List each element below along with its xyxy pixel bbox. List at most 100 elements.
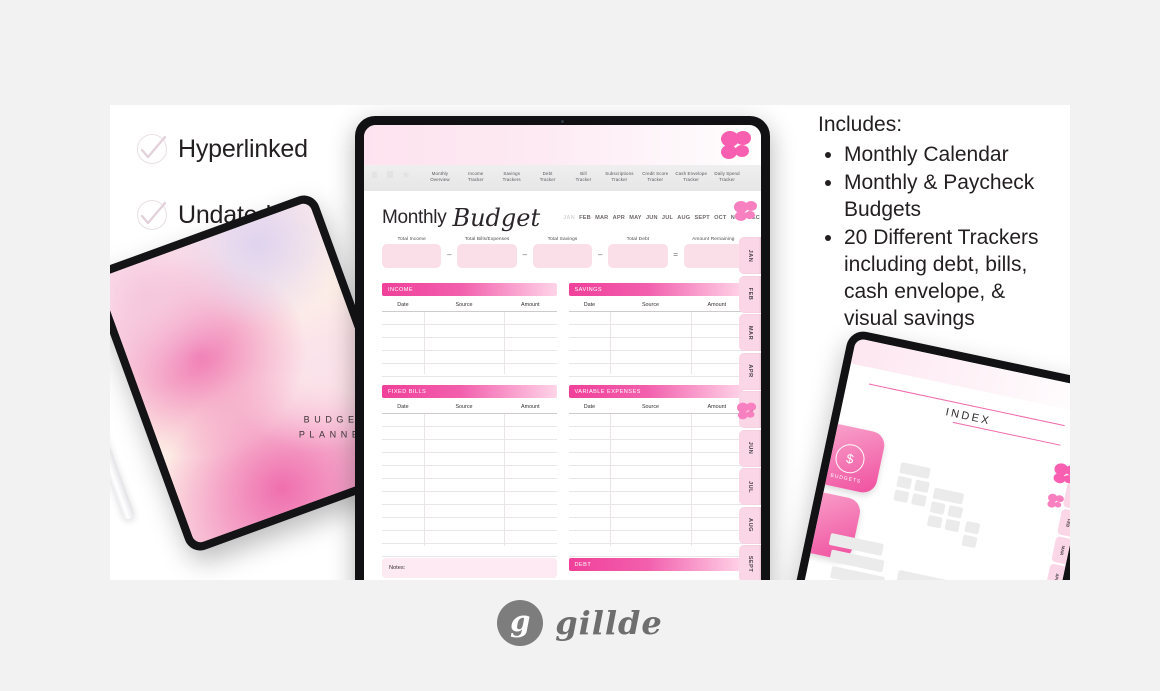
tab-credit-score-tracker[interactable]: Credit Score Tracker [637, 167, 673, 184]
table-row[interactable] [382, 479, 557, 492]
star-icon[interactable] [401, 170, 411, 179]
tracker-tabs: Monthly Overview Income Tracker Savings Tra… [422, 167, 745, 184]
index-chip[interactable] [964, 520, 981, 535]
side-tab-sept[interactable]: SEPT [739, 545, 761, 580]
tab-subscriptions-tracker[interactable]: Subscriptions Tracker [601, 167, 637, 184]
variable-expenses-table-rows[interactable] [568, 414, 743, 557]
table-row[interactable] [568, 479, 743, 492]
tab-debt-tracker[interactable]: Debt Tracker [530, 167, 566, 184]
table-row[interactable] [568, 453, 743, 466]
side-tab-apr[interactable]: APR [739, 352, 761, 390]
month-apr[interactable]: APR [613, 215, 625, 221]
month-mar[interactable]: MAR [595, 215, 608, 221]
page-icon[interactable] [386, 170, 394, 179]
table-row[interactable] [568, 338, 743, 351]
side-tab-jul[interactable]: JUL [739, 468, 761, 505]
table-row[interactable] [568, 440, 743, 453]
income-table-rows[interactable] [382, 312, 557, 377]
month-oct[interactable]: OCT [714, 215, 726, 221]
table-row[interactable] [382, 364, 557, 377]
index-chip[interactable] [913, 479, 930, 494]
table-row[interactable] [382, 544, 557, 557]
table-row[interactable] [568, 325, 743, 338]
table-row[interactable] [568, 492, 743, 505]
tab-income-tracker[interactable]: Income Tracker [458, 167, 494, 184]
table-row[interactable] [382, 414, 557, 427]
table-row[interactable] [382, 531, 557, 544]
table-row[interactable] [568, 531, 743, 544]
index-chip[interactable] [944, 518, 961, 533]
month-may[interactable]: MAY [629, 215, 642, 221]
table-row[interactable] [568, 312, 743, 325]
amount-remaining-field[interactable]: Amount Remaining [683, 237, 744, 268]
tab-cash-envelope-tracker[interactable]: Cash Envelope Tracker [673, 167, 709, 184]
tab-monthly-overview[interactable]: Monthly Overview [422, 167, 458, 184]
total-debt-label: Total Debt [626, 237, 650, 242]
table-row[interactable] [568, 414, 743, 427]
table-row[interactable] [568, 364, 743, 377]
month-jun[interactable]: JUN [646, 215, 658, 221]
table-row[interactable] [382, 351, 557, 364]
table-row[interactable] [568, 518, 743, 531]
table-row[interactable] [382, 312, 557, 325]
side-tab-apr[interactable]: APR [1045, 563, 1068, 580]
index-chip[interactable] [896, 475, 913, 490]
table-row[interactable] [568, 466, 743, 479]
index-chip[interactable] [961, 534, 978, 549]
month-jul[interactable]: JUL [662, 215, 673, 221]
index-chip[interactable] [947, 504, 964, 519]
income-section-title: INCOME [388, 286, 414, 293]
butterfly-icon [1047, 493, 1064, 508]
total-savings-input[interactable] [532, 244, 593, 268]
side-tab-mar[interactable]: MAR [1051, 535, 1070, 565]
side-tab-mar[interactable]: MAR [739, 314, 761, 351]
total-income-field[interactable]: Total Income [382, 237, 442, 268]
table-row[interactable] [382, 338, 557, 351]
table-row[interactable] [382, 453, 557, 466]
savings-table-rows[interactable] [568, 312, 743, 377]
table-row[interactable] [568, 351, 743, 364]
table-row[interactable] [382, 518, 557, 531]
month-jan[interactable]: JAN [563, 215, 575, 221]
secondary-tile[interactable] [797, 487, 863, 562]
total-bills-input[interactable] [457, 244, 517, 268]
index-chip[interactable] [910, 493, 927, 507]
side-tab-jan[interactable]: JAN [739, 237, 761, 274]
home-icon[interactable] [370, 170, 379, 179]
table-row[interactable] [568, 427, 743, 440]
table-row[interactable] [382, 325, 557, 338]
side-tab-jun[interactable]: JUN [739, 429, 761, 467]
index-chip[interactable] [929, 501, 946, 515]
table-row[interactable] [382, 440, 557, 453]
table-row[interactable] [382, 427, 557, 440]
index-chip[interactable] [926, 514, 943, 529]
total-income-input[interactable] [382, 244, 442, 268]
table-row[interactable] [382, 492, 557, 505]
tab-daily-spend-tracker[interactable]: Daily Spend Tracker [709, 167, 745, 184]
side-tab-feb[interactable]: FEB [1056, 508, 1070, 538]
index-chip[interactable] [896, 569, 956, 580]
table-row[interactable] [382, 466, 557, 479]
month-sept[interactable]: SEPT [695, 215, 710, 221]
fixed-bills-section-header: FIXED BILLS [382, 385, 557, 398]
table-row[interactable] [568, 544, 743, 557]
feature-item: Hyperlinked [134, 130, 369, 168]
side-tab-feb[interactable]: FEB [739, 275, 761, 313]
total-savings-field[interactable]: Total Savings [532, 237, 593, 268]
total-bills-field[interactable]: Total Bills/Expenses [457, 237, 517, 268]
index-chip[interactable] [893, 489, 910, 504]
table-row[interactable] [382, 505, 557, 518]
tab-label-line2: Tracker [719, 177, 735, 183]
budgets-tile[interactable]: $ BUDGETS [813, 421, 887, 496]
total-debt-field[interactable]: Total Debt [608, 237, 668, 268]
notes-box[interactable]: Notes: [382, 558, 557, 578]
amount-remaining-input[interactable] [683, 244, 744, 268]
month-aug[interactable]: AUG [677, 215, 690, 221]
fixed-bills-table-rows[interactable] [382, 414, 557, 557]
side-tab-aug[interactable]: AUG [739, 506, 761, 544]
table-row[interactable] [568, 505, 743, 518]
tab-savings-trackers[interactable]: Savings Trackers [494, 167, 530, 184]
month-feb[interactable]: FEB [579, 215, 591, 221]
tab-bill-tracker[interactable]: Bill Tracker [566, 167, 602, 184]
total-debt-input[interactable] [608, 244, 668, 268]
